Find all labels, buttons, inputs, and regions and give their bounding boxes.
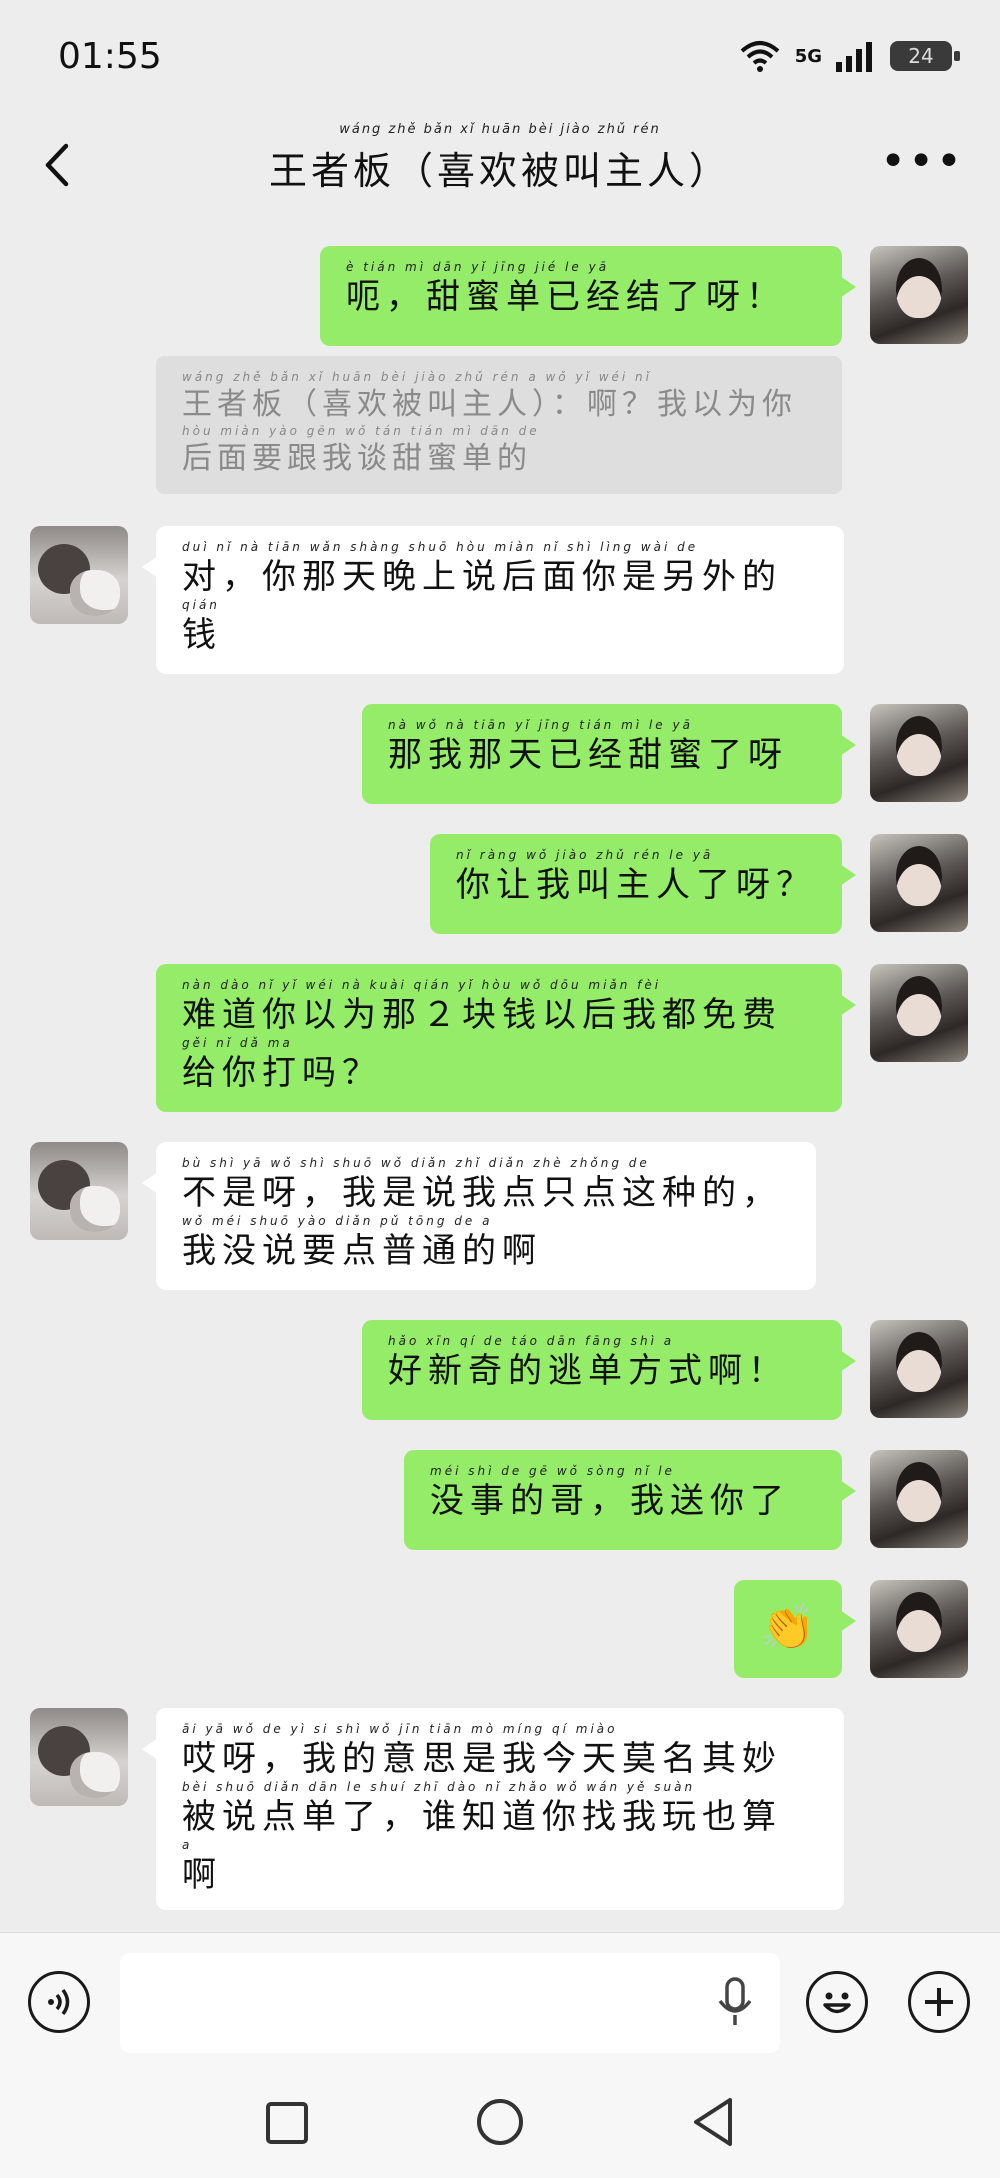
voice-icon[interactable] [28,1971,90,2033]
message-text: 那我那天已经甜蜜了呀 [388,735,788,775]
message-bubble[interactable]: nà wǒ nà tiān yǐ jīng tián mì le yā 那我那天… [362,704,856,804]
pinyin-line: āi yā wǒ de yì si shì wǒ jīn tiān mò mín… [182,1722,618,1736]
pinyin-line: méi shì de gē wǒ sòng nǐ le [430,1464,675,1478]
pinyin-line: è tián mì dān yǐ jīng jié le yā [346,260,610,274]
message-text: 好新奇的逃单方式啊！ [388,1351,788,1391]
chat-header: wáng zhě bǎn xǐ huān bèi jiào zhǔ rén 王者… [0,110,1000,218]
contact-avatar[interactable] [30,1142,128,1240]
quoted-message[interactable]: wáng zhě bǎn xǐ huān bèi jiào zhǔ rén a … [156,356,842,494]
input-bar [0,1932,1000,2069]
pinyin-line: a [182,1838,193,1852]
mic-icon[interactable] [715,1977,755,2029]
clapping-hands-emoji: 👏 [760,1602,816,1653]
quote-text: 后面要跟我谈甜蜜单的 [182,441,532,476]
message-input[interactable] [120,1953,780,2053]
emoji-icon[interactable] [806,1971,868,2033]
back-nav-icon[interactable] [690,2096,736,2148]
battery-level: 24 [908,44,934,68]
my-avatar[interactable] [870,964,968,1062]
plus-icon[interactable] [908,1971,970,2033]
wifi-icon [740,41,780,72]
message-text: 没事的哥，我送你了 [430,1481,790,1521]
pinyin-line: bèi shuō diǎn dān le shuí zhī dào nǐ zhǎ… [182,1780,696,1794]
message-text: 我没说要点普通的啊 [182,1231,542,1271]
message-text: 哎呀，我的意思是我今天莫名其妙 [182,1739,782,1779]
pinyin-line: nà wǒ nà tiān yǐ jīng tián mì le yā [388,718,693,732]
message-bubble[interactable]: bù shì yā wǒ shì shuō wǒ diǎn zhǐ diǎn z… [142,1142,816,1290]
chat-title-pinyin: wáng zhě bǎn xǐ huān bèi jiào zhǔ rén [339,122,661,137]
status-icons: 5G 24 [739,36,960,76]
pinyin-line: nǐ ràng wǒ jiào zhǔ rén le yā [456,848,714,862]
my-avatar[interactable] [870,834,968,932]
network-type: 5G [794,45,822,67]
more-options-icon[interactable]: ••• [880,140,964,184]
message-text: 你让我叫主人了呀？ [456,865,816,905]
message-bubble[interactable]: hǎo xīn qí de táo dān fāng shì a 好新奇的逃单方… [362,1320,856,1420]
my-avatar[interactable] [870,704,968,802]
chat-title-text: 王者板（喜欢被叫主人） [268,149,731,193]
pinyin-line: nàn dào nǐ yǐ wéi nà kuài qián yǐ hòu wǒ… [182,978,662,992]
pinyin-line: wǒ méi shuō yào diǎn pǔ tōng de a [182,1214,493,1228]
message-text: 啊 [182,1855,222,1895]
message-bubble[interactable]: è tián mì dān yǐ jīng jié le yā 呃，甜蜜单已经结… [320,246,856,346]
pinyin-line: hǎo xīn qí de táo dān fāng shì a [388,1334,675,1348]
message-text: 对，你那天晚上说后面你是另外的 [182,557,782,597]
message-bubble[interactable]: duì nǐ nà tiān wǎn shàng shuō hòu miàn n… [142,526,844,674]
clock: 01:55 [58,36,162,77]
message-text: 给你打吗？ [182,1053,382,1093]
message-text: 钱 [182,615,222,655]
signal-icon [836,42,872,72]
message-text: 难道你以为那２块钱以后我都免费 [182,995,782,1035]
pinyin-line: duì nǐ nà tiān wǎn shàng shuō hòu miàn n… [182,540,699,554]
quote-text: 王者板（喜欢被叫主人）：啊？我以为你 [182,387,797,422]
status-bar: 01:55 5G 24 [0,0,1000,110]
system-nav-bar [0,2068,1000,2178]
message-text: 被说点单了，谁知道你找我玩也算 [182,1797,782,1837]
plus-sign-icon [925,1988,953,2016]
message-text: 不是呀，我是说我点只点这种的， [182,1173,782,1213]
pinyin-line: gěi nǐ dǎ ma [182,1036,293,1050]
chat-title: wáng zhě bǎn xǐ huān bèi jiào zhǔ rén 王者… [0,122,1000,195]
home-icon[interactable] [474,2096,526,2148]
message-bubble[interactable]: āi yā wǒ de yì si shì wǒ jīn tiān mò mín… [142,1708,844,1910]
battery-icon: 24 [890,41,960,71]
recents-icon[interactable] [264,2100,310,2146]
pinyin-line: bù shì yā wǒ shì shuō wǒ diǎn zhǐ diǎn z… [182,1156,650,1170]
contact-avatar[interactable] [30,526,128,624]
message-bubble[interactable]: méi shì de gē wǒ sòng nǐ le 没事的哥，我送你了 [404,1450,856,1550]
my-avatar[interactable] [870,1450,968,1548]
message-bubble[interactable]: nàn dào nǐ yǐ wéi nà kuài qián yǐ hòu wǒ… [156,964,856,1112]
pinyin-line: qián [182,598,220,612]
pinyin-line: hòu miàn yào gēn wǒ tán tián mì dān de [182,424,540,438]
contact-avatar[interactable] [30,1708,128,1806]
voice-wave-icon [48,1988,70,2016]
message-text: 呃，甜蜜单已经结了呀！ [346,277,786,317]
my-avatar[interactable] [870,1580,968,1678]
message-bubble[interactable]: 👏 [734,1580,856,1678]
my-avatar[interactable] [870,1320,968,1418]
pinyin-line: wáng zhě bǎn xǐ huān bèi jiào zhǔ rén a … [182,370,652,384]
smiley-face-icon [823,1992,851,2014]
message-bubble[interactable]: nǐ ràng wǒ jiào zhǔ rén le yā 你让我叫主人了呀？ [430,834,856,934]
my-avatar[interactable] [870,246,968,344]
